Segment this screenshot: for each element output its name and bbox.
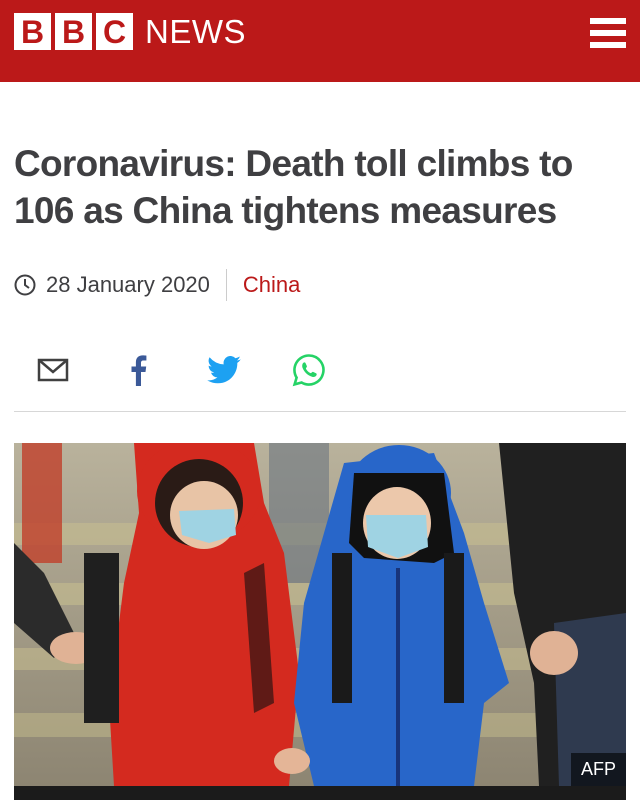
share-facebook-button[interactable] xyxy=(118,350,158,390)
article-headline: Coronavirus: Death toll climbs to 106 as… xyxy=(14,143,573,231)
clock-icon xyxy=(14,274,36,296)
site-header: B B C NEWS xyxy=(0,0,640,82)
share-divider xyxy=(14,411,626,412)
logo-letter-c: C xyxy=(96,13,133,50)
image-credit: AFP xyxy=(570,753,626,786)
menu-bar-top xyxy=(590,18,626,24)
share-twitter-button[interactable] xyxy=(204,350,244,390)
hamburger-menu-icon[interactable] xyxy=(590,18,626,48)
article-meta: 28 January 2020 China xyxy=(14,268,300,302)
share-whatsapp-button[interactable] xyxy=(289,350,329,390)
menu-bar-bottom xyxy=(590,42,626,48)
article-date: 28 January 2020 xyxy=(46,272,210,297)
bbc-news-logo[interactable]: B B C NEWS xyxy=(14,13,246,50)
meta-divider xyxy=(225,269,227,301)
article-lead-image[interactable]: AFP xyxy=(14,443,626,786)
facebook-icon xyxy=(131,355,147,386)
logo-word-news: NEWS xyxy=(145,13,246,50)
email-icon xyxy=(37,358,69,382)
topic-link-china[interactable]: China xyxy=(243,272,300,298)
caption-bar xyxy=(14,786,626,800)
logo-letter-b1: B xyxy=(14,13,51,50)
children-wearing-masks-photo xyxy=(14,443,626,786)
share-email-button[interactable] xyxy=(33,350,73,390)
share-tools xyxy=(0,350,640,390)
twitter-icon xyxy=(207,356,241,384)
logo-letter-b2: B xyxy=(55,13,92,50)
menu-bar-middle xyxy=(590,30,626,36)
whatsapp-icon xyxy=(292,354,325,387)
